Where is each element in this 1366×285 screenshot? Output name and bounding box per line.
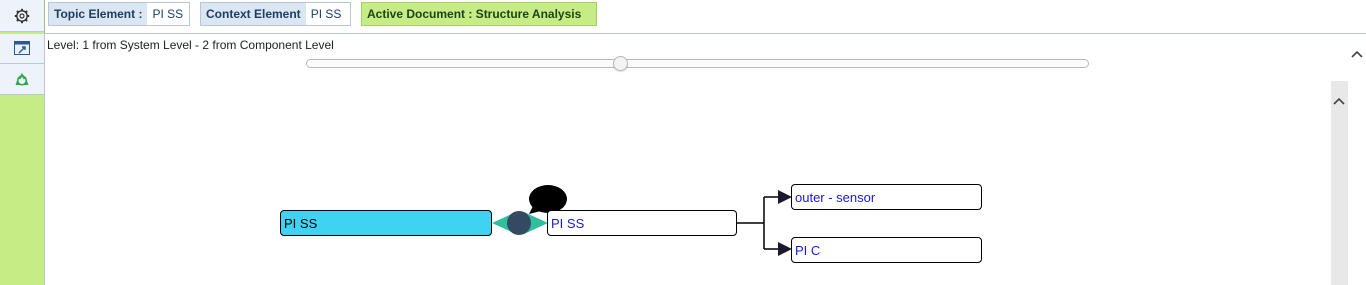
topic-node[interactable]: PI SS: [280, 210, 492, 236]
chevron-up-icon[interactable]: [1350, 48, 1364, 62]
outer-scrollbar[interactable]: [1348, 34, 1366, 285]
window-icon: [14, 41, 30, 56]
gear-icon: [14, 8, 30, 24]
level-indicator: Level: 1 from System Level - 2 from Comp…: [47, 38, 334, 52]
chevron-up-icon[interactable]: [1332, 95, 1346, 109]
topic-element-label: Topic Element :: [49, 3, 148, 25]
left-toolbar: [0, 0, 45, 285]
inner-scrollbar[interactable]: [1331, 81, 1348, 285]
window-button[interactable]: [0, 34, 44, 64]
context-element-tag[interactable]: Context Element PI SS: [200, 2, 351, 26]
active-document-tag[interactable]: Active Document : Structure Analysis: [361, 2, 597, 26]
context-element-value: PI SS: [305, 3, 347, 25]
context-element-label: Context Element: [201, 3, 306, 25]
refresh-button[interactable]: [0, 64, 44, 95]
active-document-label: Active Document : Structure Analysis: [367, 7, 582, 21]
level-slider-track[interactable]: [306, 59, 1089, 68]
child-node-outer-sensor[interactable]: outer - sensor: [791, 184, 982, 210]
child-node-pi-c[interactable]: PI C: [791, 237, 982, 263]
level-slider-thumb[interactable]: [613, 56, 628, 71]
topic-element-value: PI SS: [147, 3, 189, 25]
topic-element-tag[interactable]: Topic Element : PI SS: [48, 2, 190, 26]
context-node[interactable]: PI SS: [547, 210, 737, 236]
recycle-icon: [14, 71, 30, 87]
diagram-panel: Level: 1 from System Level - 2 from Comp…: [44, 33, 1366, 285]
settings-button[interactable]: [0, 0, 44, 32]
